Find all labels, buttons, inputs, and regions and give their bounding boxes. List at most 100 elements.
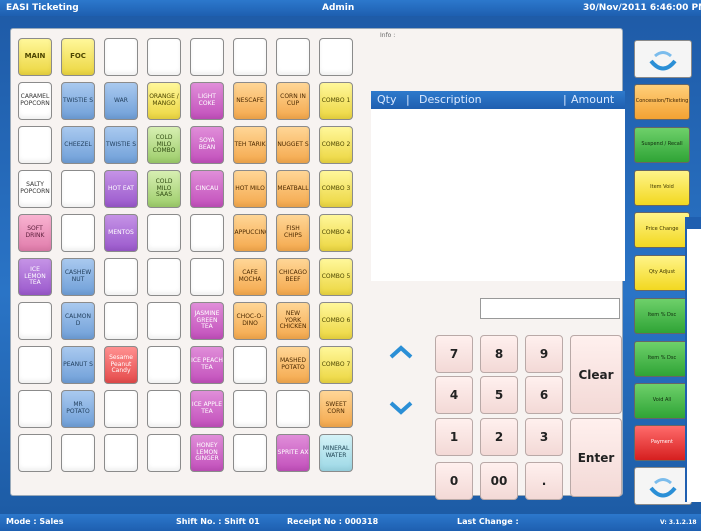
product-button[interactable]: MAIN (18, 38, 52, 76)
product-button[interactable] (147, 390, 181, 428)
key-8[interactable]: 8 (480, 335, 518, 373)
product-button[interactable]: COMBO 5 (319, 258, 353, 296)
scroll-down-button[interactable] (384, 395, 418, 421)
product-button[interactable] (18, 346, 52, 384)
product-button[interactable]: COMBO 2 (319, 126, 353, 164)
product-button[interactable]: FOC (61, 38, 95, 76)
product-button[interactable] (233, 38, 267, 76)
product-button[interactable]: ICE LEMON TEA (18, 258, 52, 296)
product-button[interactable] (276, 38, 310, 76)
product-button[interactable] (147, 346, 181, 384)
product-button[interactable] (190, 258, 224, 296)
item-void-button[interactable]: Item Void (634, 170, 690, 206)
product-button[interactable] (147, 214, 181, 252)
product-button[interactable] (233, 390, 267, 428)
product-button[interactable] (104, 302, 138, 340)
logo-button-bottom[interactable] (634, 467, 692, 505)
product-button[interactable] (18, 302, 52, 340)
product-button[interactable] (61, 170, 95, 208)
void-all-button[interactable]: Void All (634, 383, 690, 419)
key-5[interactable]: 5 (480, 376, 518, 414)
product-button[interactable]: NESCAFE (233, 82, 267, 120)
product-button[interactable] (147, 302, 181, 340)
product-button[interactable] (18, 390, 52, 428)
product-button[interactable] (319, 38, 353, 76)
product-button[interactable]: TWISTIE S (61, 82, 95, 120)
product-button[interactable]: CARAMEL POPCORN (18, 82, 52, 120)
product-button[interactable] (18, 434, 52, 472)
key-decimal[interactable]: . (525, 462, 563, 500)
product-button[interactable]: MASHED POTATO (276, 346, 310, 384)
product-button[interactable]: CHOC-O-DINO (233, 302, 267, 340)
product-button[interactable] (61, 214, 95, 252)
product-button[interactable]: TWISTIE S (104, 126, 138, 164)
product-button[interactable] (190, 38, 224, 76)
suspend-recall-button[interactable]: Suspend / Recall (634, 127, 690, 163)
product-button[interactable]: CORN IN CUP (276, 82, 310, 120)
product-button[interactable] (104, 258, 138, 296)
product-button[interactable] (104, 38, 138, 76)
key-7[interactable]: 7 (435, 335, 473, 373)
product-button[interactable]: HONEY LEMON GINGER (190, 434, 224, 472)
product-button[interactable]: COMBO 3 (319, 170, 353, 208)
product-button[interactable]: SOYA BEAN (190, 126, 224, 164)
product-button[interactable]: HOT MILO (233, 170, 267, 208)
product-button[interactable]: CAFE MOCHA (233, 258, 267, 296)
product-button[interactable] (233, 434, 267, 472)
key-1[interactable]: 1 (435, 418, 473, 456)
product-button[interactable]: Sesame Peanut Candy (104, 346, 138, 384)
product-button[interactable]: MENTOS (104, 214, 138, 252)
product-button[interactable]: FISH CHIPS (276, 214, 310, 252)
product-button[interactable]: LIGHT COKE (190, 82, 224, 120)
product-button[interactable]: CINCAU (190, 170, 224, 208)
key-4[interactable]: 4 (435, 376, 473, 414)
price-change-button[interactable]: Price Change (634, 212, 690, 248)
product-button[interactable] (18, 126, 52, 164)
product-button[interactable]: COMBO 4 (319, 214, 353, 252)
product-button[interactable]: ICE PEACH TEA (190, 346, 224, 384)
product-button[interactable]: MINERAL WATER (319, 434, 353, 472)
product-button[interactable]: TEH TARIK (233, 126, 267, 164)
product-button[interactable]: ICE APPLE TEA (190, 390, 224, 428)
key-2[interactable]: 2 (480, 418, 518, 456)
product-button[interactable]: CHICAGO BEEF (276, 258, 310, 296)
product-button[interactable] (147, 258, 181, 296)
product-button[interactable]: CASHEW NUT (61, 258, 95, 296)
product-button[interactable] (104, 390, 138, 428)
product-button[interactable] (190, 214, 224, 252)
qty-adjust-button[interactable]: Qty Adjust (634, 255, 690, 291)
product-button[interactable]: COLD MILO SAAS (147, 170, 181, 208)
order-list[interactable] (371, 109, 625, 281)
product-button[interactable]: MEATBALL (276, 170, 310, 208)
key-0[interactable]: 0 (435, 462, 473, 500)
enter-button[interactable]: Enter (570, 418, 622, 497)
product-button[interactable] (147, 434, 181, 472)
product-button[interactable]: WAR (104, 82, 138, 120)
key-9[interactable]: 9 (525, 335, 563, 373)
item-discount-button-2[interactable]: Item % Dsc (634, 341, 690, 377)
key-00[interactable]: 00 (480, 462, 518, 500)
product-button[interactable]: CHEEZEL (61, 126, 95, 164)
product-button[interactable]: NUGGET S (276, 126, 310, 164)
product-button[interactable]: SALTY POPCORN (18, 170, 52, 208)
product-button[interactable]: ORANGE / MANGO (147, 82, 181, 120)
product-button[interactable]: HOT EAT (104, 170, 138, 208)
product-button[interactable]: MR POTATO (61, 390, 95, 428)
payment-button[interactable]: Payment (634, 425, 690, 461)
product-button[interactable] (61, 434, 95, 472)
product-button[interactable]: NEW YORK CHICKEN (276, 302, 310, 340)
product-button[interactable]: SWEET CORN (319, 390, 353, 428)
product-button[interactable]: COMBO 1 (319, 82, 353, 120)
key-3[interactable]: 3 (525, 418, 563, 456)
product-button[interactable]: SOFT DRINK (18, 214, 52, 252)
product-button[interactable] (147, 38, 181, 76)
product-button[interactable]: PEANUT S (61, 346, 95, 384)
product-button[interactable]: CALMON D (61, 302, 95, 340)
product-button[interactable] (276, 390, 310, 428)
product-button[interactable]: JASMINE GREEN TEA (190, 302, 224, 340)
key-6[interactable]: 6 (525, 376, 563, 414)
item-discount-button[interactable]: Item % Dsc (634, 298, 690, 334)
product-button[interactable]: COMBO 7 (319, 346, 353, 384)
product-button[interactable]: SPRITE AX (276, 434, 310, 472)
product-button[interactable]: CAPPUCCINO (233, 214, 267, 252)
